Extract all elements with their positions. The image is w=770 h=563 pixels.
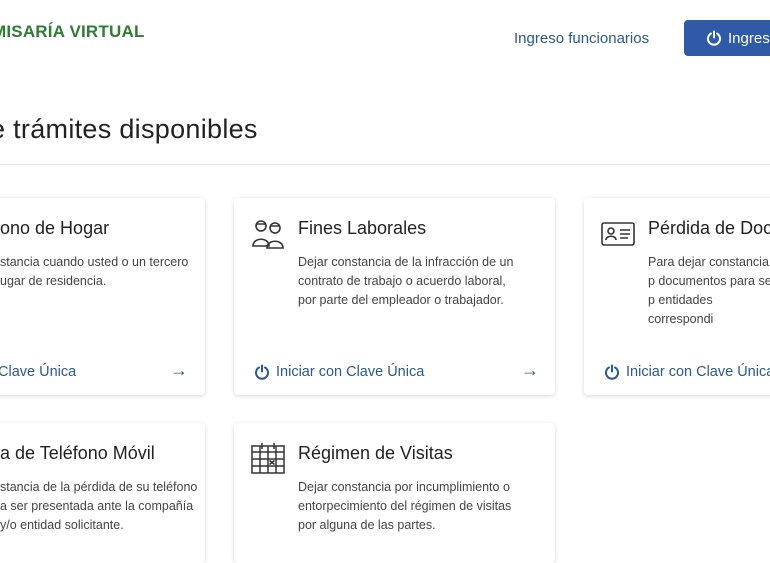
card-title: Régimen de Visitas [298, 443, 453, 463]
card-description: Dejar constancia por incumplimiento o en… [298, 480, 512, 532]
workers-icon [252, 220, 284, 249]
funcionarios-login-link[interactable]: Ingreso funcionarios [514, 30, 649, 47]
brand-title[interactable]: MISARÍA VIRTUAL [0, 22, 145, 42]
card-description: stancia de la pérdida de su teléfono a s… [0, 480, 198, 532]
action-label: Iniciar con Clave Única [276, 364, 425, 380]
calendar-icon [251, 443, 285, 474]
card-title: a de Teléfono Móvil [0, 443, 155, 463]
section-divider [0, 164, 770, 165]
card-fines-laborales[interactable]: Fines Laborales Dejar constancia de la i… [234, 198, 555, 395]
card-perdida-documentos[interactable]: Pérdida de Doc Para dejar constancia p d… [584, 198, 770, 395]
card-telefono-movil[interactable]: a de Teléfono Móvil stancia de la pérdid… [0, 423, 205, 563]
card-title: Pérdida de Doc [648, 218, 770, 238]
card-description: Para dejar constancia p documentos para … [648, 255, 770, 326]
start-clave-unica-link[interactable]: Iniciar con Clave Única [254, 364, 424, 380]
card-title: ono de Hogar [0, 218, 110, 238]
power-icon [605, 364, 619, 380]
clave-unica-login-button[interactable]: Ingreso [684, 20, 770, 56]
card-title: Fines Laborales [298, 218, 427, 238]
power-icon [255, 364, 269, 380]
card-description: Dejar constancia de la infracción de un … [298, 255, 514, 307]
start-clave-unica-link[interactable]: Iniciar con Clave Única [604, 364, 770, 380]
card-description: stancia cuando usted o un tercero ugar d… [0, 255, 189, 288]
id-card-icon [601, 222, 635, 246]
arrow-right-icon[interactable]: → [521, 360, 539, 381]
power-icon [707, 30, 721, 46]
action-label: Iniciar con Clave Única [626, 364, 770, 380]
section-title: e trámites disponibles [0, 114, 258, 144]
login-button-label: Ingreso [728, 29, 770, 47]
start-clave-unica-link[interactable]: Clave Única [0, 364, 76, 380]
card-hogar[interactable]: ono de Hogar stancia cuando usted o un t… [0, 198, 205, 395]
arrow-right-icon[interactable]: → [170, 360, 188, 381]
card-regimen-visitas[interactable]: Régimen de Visitas Dejar constancia por … [234, 423, 555, 563]
